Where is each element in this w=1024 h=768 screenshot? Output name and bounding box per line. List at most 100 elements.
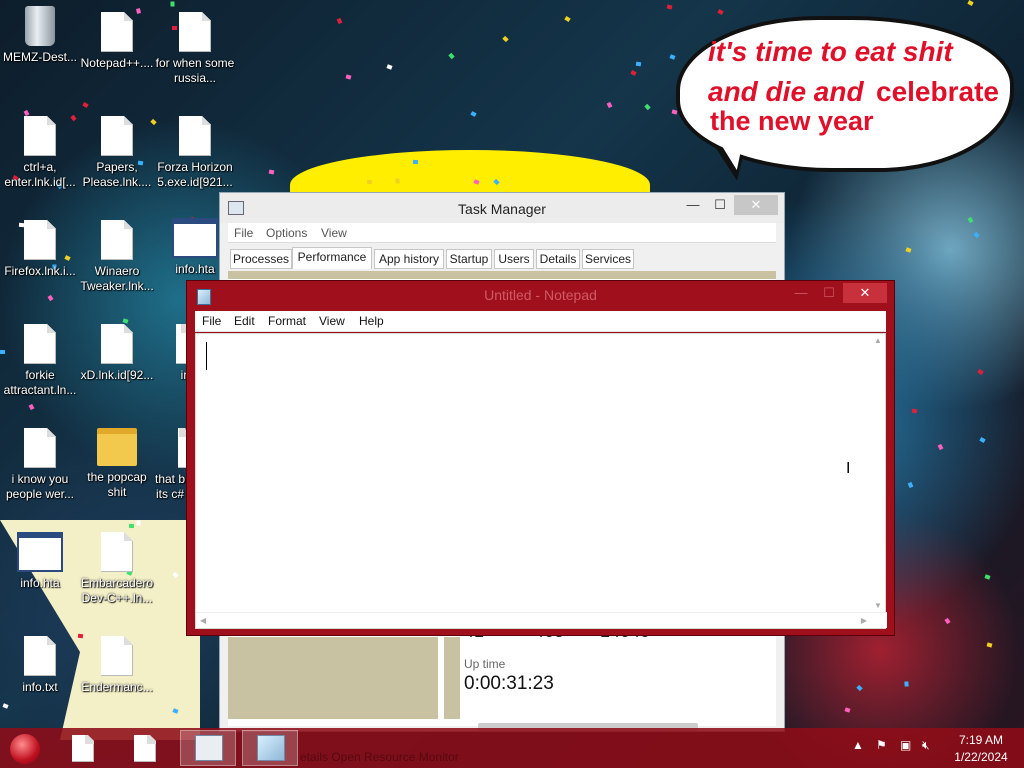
desktop-icon-label: info.txt <box>22 680 58 694</box>
notepad-menu-format[interactable]: Format <box>268 314 306 328</box>
desktop-icon-firefox[interactable]: Firefox.lnk.i... <box>0 220 80 279</box>
desktop-icon-partial-in[interactable]: in <box>140 324 190 383</box>
start-button[interactable] <box>10 734 40 764</box>
file-icon <box>24 220 56 260</box>
desktop-icon-label: forkie attractant.ln... <box>3 368 77 397</box>
confetti-piece <box>944 617 951 625</box>
bubble-text-line2b: celebrate <box>876 76 999 107</box>
confetti-piece <box>448 52 455 60</box>
confetti-piece <box>977 368 984 376</box>
folder-icon <box>97 428 137 466</box>
desktop-icon-papers-please[interactable]: Papers, Please.lnk.... <box>77 116 157 190</box>
confetti-piece <box>47 294 54 302</box>
notepad-horizontal-scrollbar[interactable]: ◀ ▶ <box>196 612 887 628</box>
tab-app-history[interactable]: App history <box>374 249 444 269</box>
confetti-piece <box>386 64 393 70</box>
confetti-piece <box>268 169 275 175</box>
confetti-piece <box>82 102 89 108</box>
desktop-icon-i-know-you[interactable]: i know you people wer... <box>0 428 80 502</box>
desktop-icon-label: for when some russia... <box>155 56 235 85</box>
desktop-icon-forza[interactable]: Forza Horizon 5.exe.id[921... <box>155 116 235 190</box>
task-manager-close-button[interactable]: ✕ <box>734 195 778 215</box>
confetti-piece <box>630 70 637 76</box>
notepad-menu-help[interactable]: Help <box>359 314 384 328</box>
desktop-icon-notepadpp[interactable]: Notepad++.... <box>77 12 157 71</box>
uptime-value: 0:00:31:23 <box>464 673 554 694</box>
task-manager-menubar: File Options View <box>228 223 776 243</box>
clock-time[interactable]: 7:19 AM <box>948 733 1014 747</box>
desktop-icon-label: Endermanc... <box>81 680 153 694</box>
notepad-menu-file[interactable]: File <box>202 314 221 328</box>
confetti-piece <box>856 684 863 692</box>
file-icon <box>24 324 56 364</box>
notepad-menubar: File Edit Format View Help <box>195 311 886 332</box>
file-icon <box>134 735 156 762</box>
network-icon[interactable]: ▣ <box>900 738 911 752</box>
desktop-icon-russia[interactable]: for when some russia... <box>155 12 235 86</box>
tab-details[interactable]: Details <box>536 249 580 269</box>
confetti-piece <box>666 4 673 10</box>
notepad-menu-view[interactable]: View <box>319 314 345 328</box>
volume-muted-icon[interactable]: 🔇︎ <box>922 738 930 753</box>
confetti-piece <box>986 642 993 648</box>
tab-services[interactable]: Services <box>582 249 634 269</box>
scroll-down-arrow-icon[interactable]: ▼ <box>874 601 882 610</box>
taskbar-pinned-file-2[interactable] <box>118 730 174 766</box>
desktop-icon-label: Firefox.lnk.i... <box>4 264 76 278</box>
confetti-piece <box>967 0 974 6</box>
confetti-piece <box>412 159 419 165</box>
confetti-piece <box>502 35 509 43</box>
taskbar-pinned-file-1[interactable] <box>56 730 112 766</box>
desktop-icon-winaero[interactable]: Winaero Tweaker.lnk... <box>77 220 157 294</box>
application-window-icon <box>17 532 63 572</box>
file-icon <box>101 220 133 260</box>
bubble-text-line1: it's time to eat shit <box>708 36 953 67</box>
scroll-up-arrow-icon[interactable]: ▲ <box>874 336 882 345</box>
task-manager-menu-file[interactable]: File <box>234 226 253 240</box>
task-manager-menu-options[interactable]: Options <box>266 226 307 240</box>
confetti-piece <box>669 54 676 60</box>
confetti-piece <box>345 74 352 80</box>
scroll-left-arrow-icon[interactable]: ◀ <box>200 616 206 625</box>
notepad-titlebar[interactable]: Untitled - Notepad — ☐ ✕ <box>187 281 894 311</box>
notepad-maximize-button[interactable]: ☐ <box>815 283 843 303</box>
scroll-right-arrow-icon[interactable]: ▶ <box>861 616 867 625</box>
task-manager-menu-view[interactable]: View <box>321 226 347 240</box>
desktop-icon-popcap-folder[interactable]: the popcap shit <box>77 428 157 500</box>
desktop-icon-devcpp[interactable]: Embarcadero Dev-C++.ln... <box>77 532 157 606</box>
tab-performance[interactable]: Performance <box>292 247 372 269</box>
desktop-icon-info-hta[interactable]: info.hta <box>0 532 80 591</box>
file-icon <box>101 324 133 364</box>
confetti-piece <box>717 9 724 15</box>
tab-processes[interactable]: Processes <box>230 249 292 269</box>
file-icon <box>101 116 133 156</box>
desktop-icon-label: the popcap shit <box>87 470 147 499</box>
task-manager-maximize-button[interactable]: ☐ <box>706 195 734 215</box>
taskbar-task-manager[interactable] <box>180 730 236 766</box>
application-window-icon <box>172 218 218 258</box>
desktop-icon-ctrla[interactable]: ctrl+a, enter.lnk.id[... <box>0 116 80 190</box>
tab-startup[interactable]: Startup <box>446 249 492 269</box>
desktop-icon-label: Forza Horizon 5.exe.id[921... <box>157 160 233 189</box>
taskbar-notepad[interactable] <box>242 730 298 766</box>
desktop-icon-partial-that[interactable]: that b its c# <box>150 428 190 502</box>
notepad-close-button[interactable]: ✕ <box>843 283 887 303</box>
desktop-icon-endermanch[interactable]: Endermanc... <box>77 636 157 695</box>
task-manager-titlebar[interactable]: Task Manager — ☐ ✕ <box>220 193 784 223</box>
desktop-icon-info-txt[interactable]: info.txt <box>0 636 80 695</box>
clock-date[interactable]: 1/22/2024 <box>948 750 1014 764</box>
notepad-minimize-button[interactable]: — <box>787 283 815 303</box>
desktop-icon-label: Winaero Tweaker.lnk... <box>80 264 154 293</box>
notepad-menu-edit[interactable]: Edit <box>234 314 255 328</box>
desktop-icon-forkie[interactable]: forkie attractant.ln... <box>0 324 80 398</box>
notepad-vertical-scrollbar[interactable]: ▲ ▼ <box>871 334 885 612</box>
confetti-piece <box>336 17 343 25</box>
notepad-text-area[interactable]: ▲ ▼ ◀ ▶ <box>195 333 887 629</box>
tab-users[interactable]: Users <box>494 249 534 269</box>
show-hidden-icons-chevron-icon[interactable]: ▲ <box>852 738 864 752</box>
task-manager-minimize-button[interactable]: — <box>679 195 707 215</box>
action-center-flag-icon[interactable]: ⚑ <box>876 738 887 752</box>
task-manager-icon <box>195 735 223 761</box>
desktop-icon-label: that b its c# <box>154 472 186 501</box>
desktop-icon-memz[interactable]: MEMZ-Dest... <box>0 6 80 65</box>
